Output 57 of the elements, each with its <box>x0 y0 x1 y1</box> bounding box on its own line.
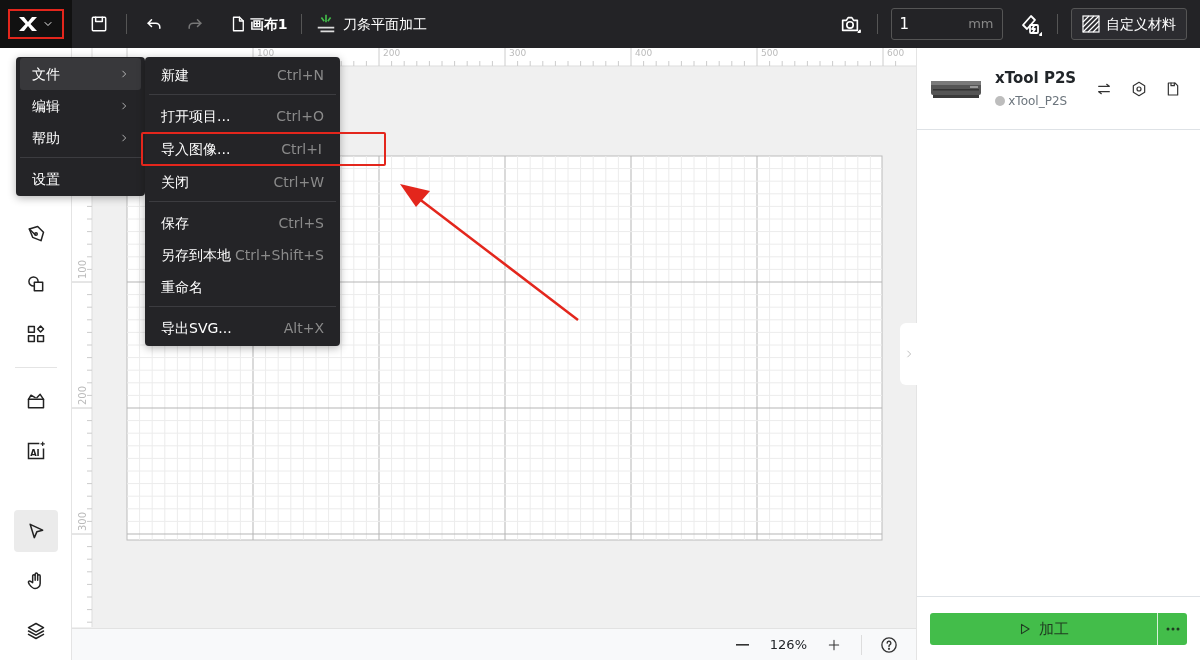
more-button[interactable] <box>1157 613 1187 645</box>
minus-icon <box>736 643 750 646</box>
logo-icon <box>18 16 39 32</box>
menu-item[interactable]: 导出SVG... Alt+X <box>149 306 336 344</box>
help-icon <box>880 635 898 654</box>
ruler-label: 500 <box>761 48 779 58</box>
shortcut-label: Ctrl+N <box>276 65 324 85</box>
menu-item[interactable]: 打开项目... Ctrl+O <box>149 94 336 132</box>
more-icon <box>1165 627 1180 631</box>
shortcut-label: Ctrl+O <box>276 107 324 126</box>
ruler-label: 600 <box>887 48 905 58</box>
menu-item[interactable]: 设置 <box>20 157 141 195</box>
plus-icon <box>827 637 841 652</box>
menu-item[interactable]: 关闭 Ctrl+W <box>149 166 336 198</box>
menu-item[interactable]: 编辑 <box>20 90 141 122</box>
chevron-right-icon <box>119 69 129 79</box>
menu-item[interactable]: 文件 <box>20 58 141 90</box>
ruler-label: 400 <box>635 48 653 58</box>
menu-item[interactable]: 新建 Ctrl+N <box>149 59 336 91</box>
file-icon <box>1165 80 1181 97</box>
menu-item[interactable]: 另存到本地 Ctrl+Shift+S <box>149 239 336 271</box>
save-icon <box>89 14 109 34</box>
menu-item[interactable]: 重命名 <box>149 271 336 303</box>
ruler-label: 100 <box>257 48 275 58</box>
ruler-label: 300 <box>77 511 88 531</box>
custom-material-button[interactable]: 自定义材料 <box>1070 8 1187 40</box>
ruler-label: 200 <box>383 48 401 58</box>
box-icon <box>25 391 46 411</box>
menu-item[interactable]: 帮助 <box>20 122 141 154</box>
zoom-level: 126% <box>769 635 807 654</box>
panel-collapse-handle[interactable] <box>900 323 917 385</box>
app-menu-button[interactable] <box>8 9 64 39</box>
run-button[interactable]: 加工 <box>930 613 1157 645</box>
hatch-icon <box>1081 15 1100 33</box>
ai-tool[interactable]: AI <box>13 430 58 472</box>
menu-item[interactable]: 保存 Ctrl+S <box>149 201 336 239</box>
ruler-label: 300 <box>509 48 527 58</box>
shortcut-label: Ctrl+Shift+S <box>234 245 324 265</box>
shortcut-label: Ctrl+W <box>273 172 324 192</box>
device-port: xTool_P2S <box>1008 93 1068 111</box>
document-title: 画布1 <box>249 14 288 34</box>
shortcut-label: Ctrl+I <box>281 139 322 159</box>
shortcut-label: Alt+X <box>283 319 324 338</box>
settings-icon <box>1130 80 1147 97</box>
thickness-field[interactable]: 1 mm <box>890 8 1003 40</box>
menu-item[interactable]: 导入图像... Ctrl+I <box>141 132 386 166</box>
shapes-icon <box>25 274 46 294</box>
ruler-label: 200 <box>77 385 88 405</box>
ruler-label: 100 <box>77 259 88 279</box>
apps-icon <box>25 324 46 344</box>
chevron-right-icon <box>119 133 129 143</box>
device-name: xTool P2S <box>995 67 1078 89</box>
shortcut-label: Ctrl+S <box>278 214 324 233</box>
process-mode-button[interactable]: 刀条平面加工 <box>314 10 427 38</box>
select-tool[interactable] <box>13 510 58 552</box>
chevron-right-icon <box>119 101 129 111</box>
layers-icon <box>25 621 46 641</box>
